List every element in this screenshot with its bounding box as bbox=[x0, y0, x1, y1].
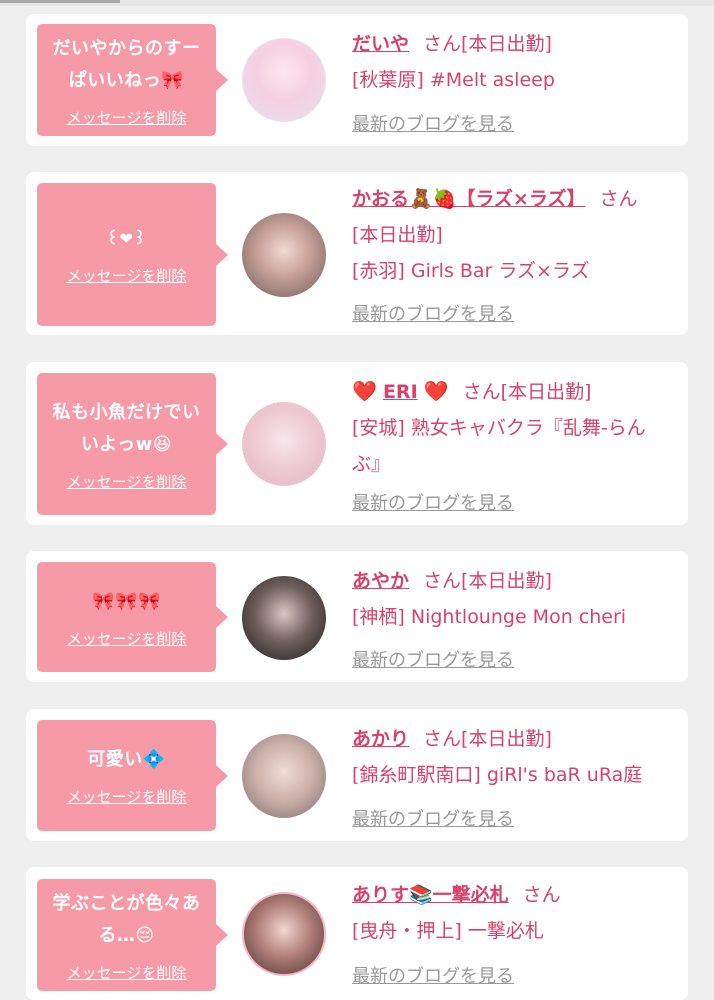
cast-name-link[interactable]: あやか bbox=[352, 570, 409, 592]
message-bubble: 学ぶことが色々ある…😔 メッセージを削除 bbox=[37, 879, 228, 991]
latest-blog-link[interactable]: 最新のブログを見る bbox=[352, 300, 514, 326]
message-bubble: 可愛い💠 メッセージを削除 bbox=[37, 720, 228, 831]
avatar[interactable] bbox=[242, 38, 326, 122]
cast-info: かおる🧸🍓【ラズ×ラズ】 さん [本日出勤] [赤羽] Girls Bar ラズ×… bbox=[352, 181, 678, 289]
message-card: 私も小魚だけでいいよっw😆 メッセージを削除 ❤️ ERI ❤️ さん[本日出勤]… bbox=[26, 362, 688, 525]
shop-info: [秋葉原] #Melt asleep bbox=[352, 69, 555, 91]
avatar[interactable] bbox=[242, 734, 326, 818]
latest-blog-link[interactable]: 最新のブログを見る bbox=[352, 646, 514, 672]
cast-info: ありす📚一撃必札 さん [曳舟・押上] 一撃必札 bbox=[352, 877, 678, 949]
top-scroll-bar bbox=[0, 0, 714, 6]
avatar[interactable] bbox=[242, 576, 326, 660]
honorific: さん bbox=[423, 570, 462, 592]
cast-name-link[interactable]: ERI bbox=[383, 381, 418, 403]
cast-name-link[interactable]: あかり bbox=[352, 728, 409, 750]
cast-info: ❤️ ERI ❤️ さん[本日出勤] [安城] 熟女キャバクラ『乱舞-らんぶ』 bbox=[352, 373, 678, 482]
latest-blog-link[interactable]: 最新のブログを見る bbox=[352, 110, 514, 136]
avatar[interactable] bbox=[242, 892, 326, 976]
avatar[interactable] bbox=[242, 402, 326, 486]
cast-name-link[interactable]: ありす📚一撃必札 bbox=[352, 884, 509, 906]
honorific: さん bbox=[423, 728, 462, 750]
shop-info: [錦糸町駅南口] giRl's baR uRa庭 bbox=[352, 764, 643, 786]
cast-name-link[interactable]: だいや bbox=[352, 33, 409, 55]
heart-icon: ❤️ bbox=[423, 379, 449, 403]
cast-info: あやか さん[本日出勤] [神栖] Nightlounge Mon cheri bbox=[352, 563, 678, 635]
delete-message-link[interactable]: メッセージを削除 bbox=[67, 628, 187, 649]
message-bubble: 私も小魚だけでいいよっw😆 メッセージを削除 bbox=[37, 373, 228, 515]
shop-info: [安城] 熟女キャバクラ『乱舞-らんぶ』 bbox=[352, 417, 646, 475]
shop-info: [赤羽] Girls Bar ラズ×ラズ bbox=[352, 260, 590, 282]
avatar[interactable] bbox=[242, 213, 326, 297]
heart-icon: ❤️ bbox=[352, 379, 377, 403]
message-text: 学ぶことが色々ある…😔 bbox=[52, 892, 201, 946]
message-text: 可愛い💠 bbox=[87, 749, 166, 770]
cast-name-link[interactable]: かおる🧸🍓【ラズ×ラズ】 bbox=[352, 188, 585, 210]
latest-blog-link[interactable]: 最新のブログを見る bbox=[352, 962, 514, 988]
message-card: 可愛い💠 メッセージを削除 あかり さん[本日出勤] [錦糸町駅南口] giRl'… bbox=[26, 709, 688, 841]
latest-blog-link[interactable]: 最新のブログを見る bbox=[352, 489, 514, 515]
message-text: 私も小魚だけでいいよっw😆 bbox=[52, 401, 201, 455]
honorific: さん bbox=[423, 33, 462, 55]
delete-message-link[interactable]: メッセージを削除 bbox=[67, 265, 187, 286]
honorific: さん bbox=[522, 884, 561, 906]
message-bubble: 🎀🎀🎀 メッセージを削除 bbox=[37, 562, 228, 672]
message-bubble: ꒰❤︎꒱ メッセージを削除 bbox=[37, 183, 228, 326]
shop-info: [神栖] Nightlounge Mon cheri bbox=[352, 606, 627, 628]
top-scroll-bar-thumb bbox=[0, 0, 120, 3]
delete-message-link[interactable]: メッセージを削除 bbox=[67, 107, 187, 128]
message-card: だいやからのすーぱいいねっ🎀 メッセージを削除 だいや さん[本日出勤] [秋葉原… bbox=[26, 14, 688, 146]
message-bubble: だいやからのすーぱいいねっ🎀 メッセージを削除 bbox=[37, 24, 228, 136]
delete-message-link[interactable]: メッセージを削除 bbox=[67, 962, 187, 983]
attendance-status: [本日出勤] bbox=[461, 33, 552, 55]
attendance-status: [本日出勤] bbox=[461, 728, 552, 750]
message-text: ꒰❤︎꒱ bbox=[106, 229, 147, 248]
honorific: さん bbox=[462, 381, 501, 403]
message-card: ꒰❤︎꒱ メッセージを削除 かおる🧸🍓【ラズ×ラズ】 さん [本日出勤] [赤羽]… bbox=[26, 172, 688, 335]
delete-message-link[interactable]: メッセージを削除 bbox=[67, 471, 187, 492]
attendance-status: [本日出勤] bbox=[461, 570, 552, 592]
message-card: 学ぶことが色々ある…😔 メッセージを削除 ありす📚一撃必札 さん [曳舟・押上] … bbox=[26, 867, 688, 1000]
message-card: 🎀🎀🎀 メッセージを削除 あやか さん[本日出勤] [神栖] Nightloung… bbox=[26, 551, 688, 682]
latest-blog-link[interactable]: 最新のブログを見る bbox=[352, 805, 514, 831]
cast-info: だいや さん[本日出勤] [秋葉原] #Melt asleep bbox=[352, 26, 678, 98]
attendance-status: [本日出勤] bbox=[500, 381, 592, 403]
message-text: 🎀🎀🎀 bbox=[92, 590, 161, 612]
cast-info: あかり さん[本日出勤] [錦糸町駅南口] giRl's baR uRa庭 bbox=[352, 721, 678, 793]
attendance-status: [本日出勤] bbox=[352, 224, 443, 246]
shop-info: [曳舟・押上] 一撃必札 bbox=[352, 920, 544, 942]
honorific: さん bbox=[599, 188, 638, 210]
delete-message-link[interactable]: メッセージを削除 bbox=[67, 786, 187, 807]
message-text: だいやからのすーぱいいねっ🎀 bbox=[52, 37, 201, 91]
